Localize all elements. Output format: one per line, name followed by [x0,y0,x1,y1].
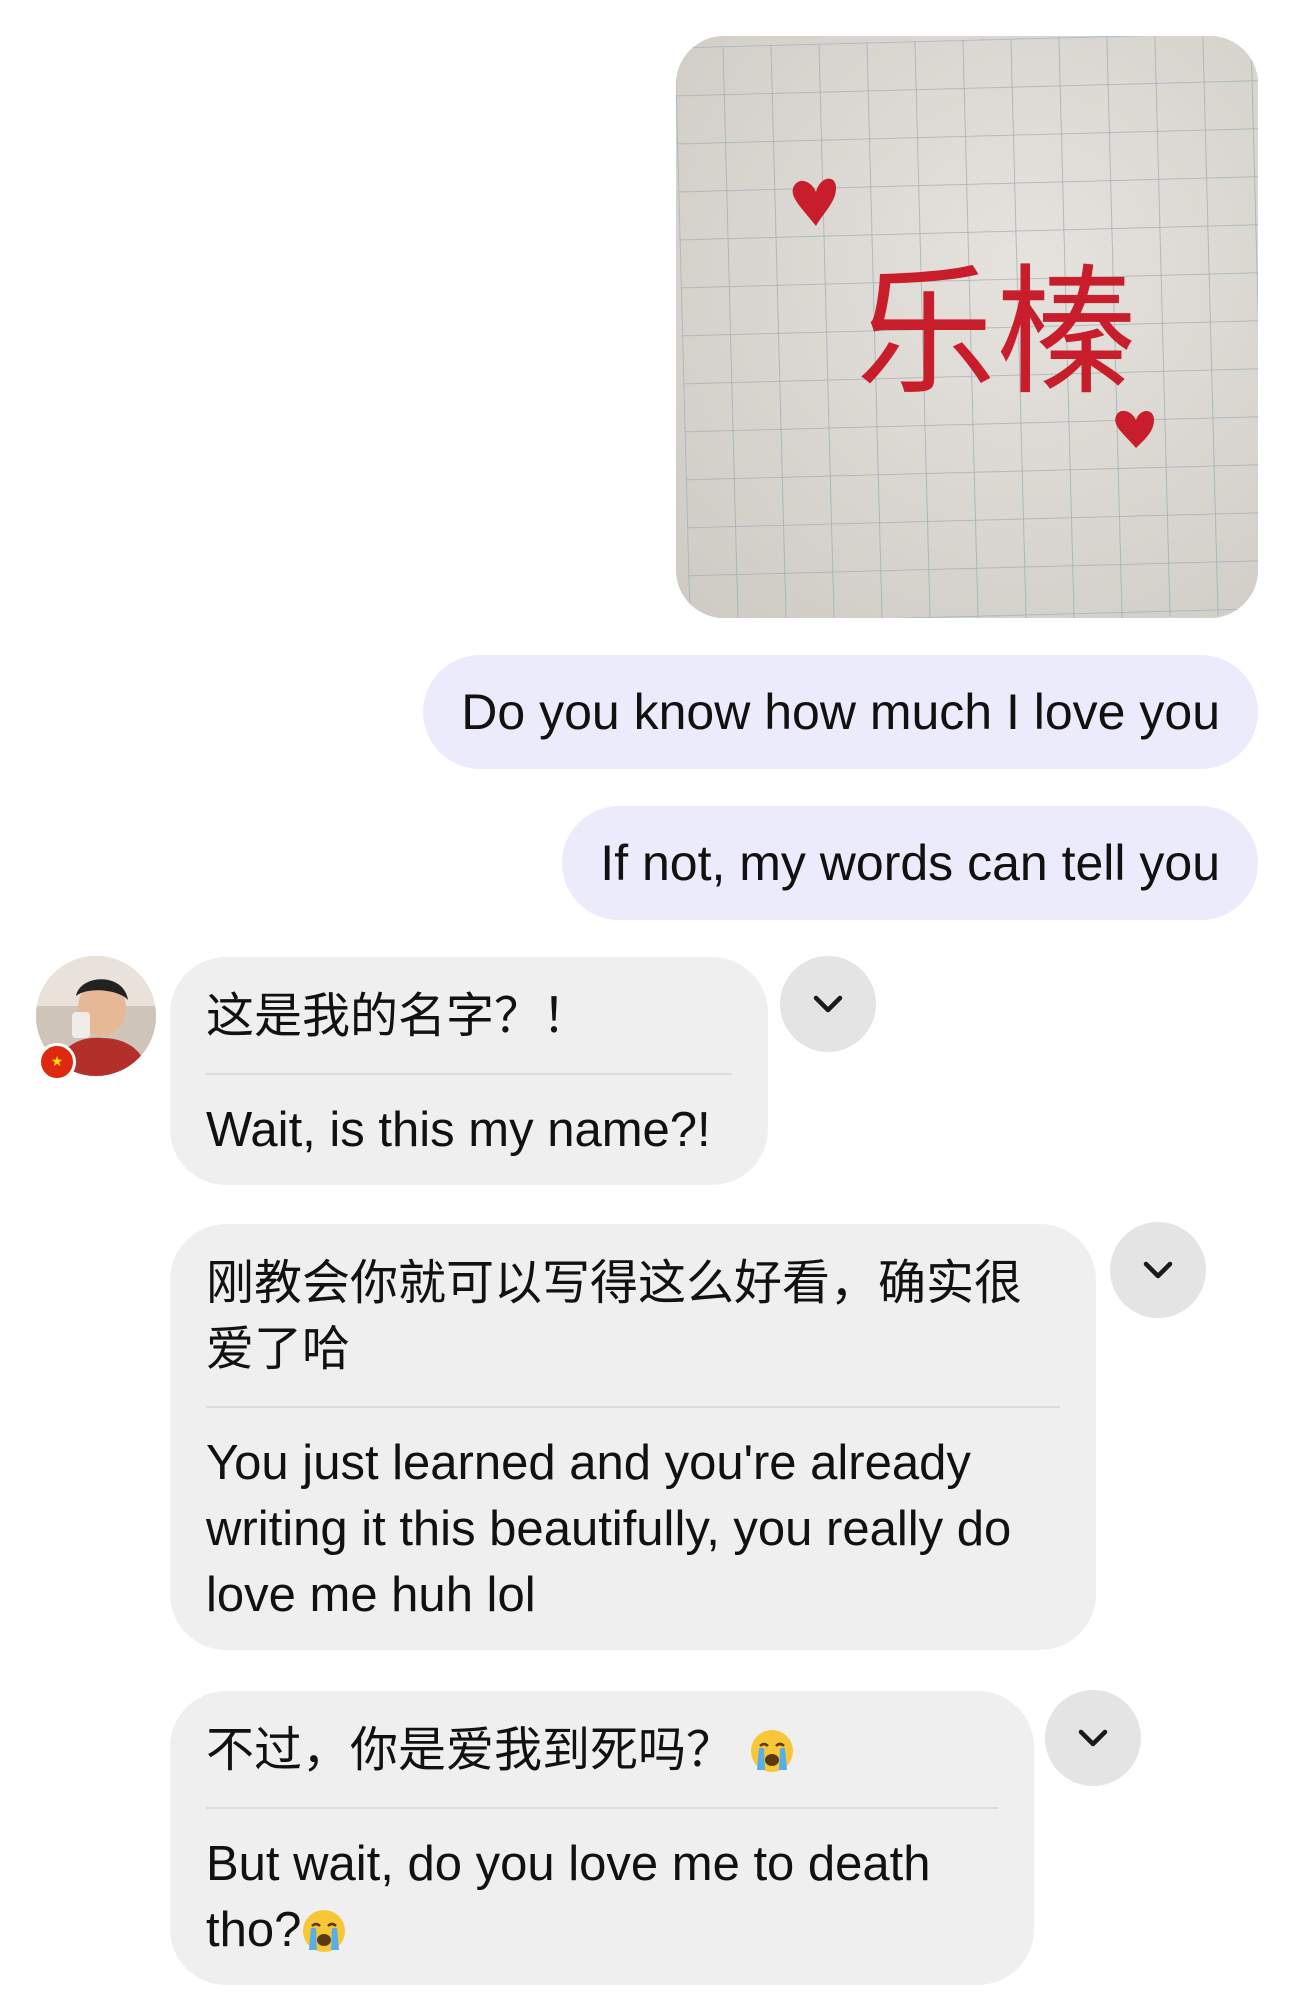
message-text: Do you know how much I love you [461,684,1220,740]
original-text: 不过，你是爱我到死吗？ [206,1717,998,1809]
outgoing-message[interactable]: Do you know how much I love you [423,655,1258,769]
translated-text: You just learned and you're already writ… [206,1436,1012,1622]
incoming-message[interactable]: 不过，你是爱我到死吗？ But wait, do you love me to … [170,1691,1034,1985]
photo-caption: 乐榛 [856,252,1136,415]
outgoing-message[interactable]: If not, my words can tell you [562,806,1258,920]
china-flag-icon: ★ [38,1043,76,1081]
image-message[interactable]: 乐榛 [676,36,1258,618]
loudly-crying-face-emoji [303,1910,346,1952]
chevron-down-icon [1143,1261,1173,1279]
loudly-crying-face-emoji [751,1730,794,1772]
expand-translation-button[interactable] [1110,1222,1206,1318]
chevron-down-icon [813,995,843,1013]
incoming-message[interactable]: 这是我的名字？！ Wait, is this my name?! [170,957,768,1185]
chat-screen: 乐榛 Do you know how much I love you If no… [0,0,1290,2016]
original-text: 这是我的名字？！ [206,983,732,1075]
chevron-down-icon [1078,1729,1108,1747]
message-text: If not, my words can tell you [600,835,1220,891]
handwritten-name-photo: 乐榛 [676,36,1258,618]
original-text-content: 不过，你是爱我到死吗？ [206,1722,735,1778]
expand-translation-button[interactable] [1045,1690,1141,1786]
translated-text: But wait, do you love me to death tho? [206,1809,998,1963]
incoming-message[interactable]: 刚教会你就可以写得这么好看，确实很爱了哈 You just learned an… [170,1224,1096,1650]
translated-text: Wait, is this my name?! [206,1103,711,1157]
expand-translation-button[interactable] [780,956,876,1052]
original-text: 刚教会你就可以写得这么好看，确实很爱了哈 [206,1250,1060,1408]
